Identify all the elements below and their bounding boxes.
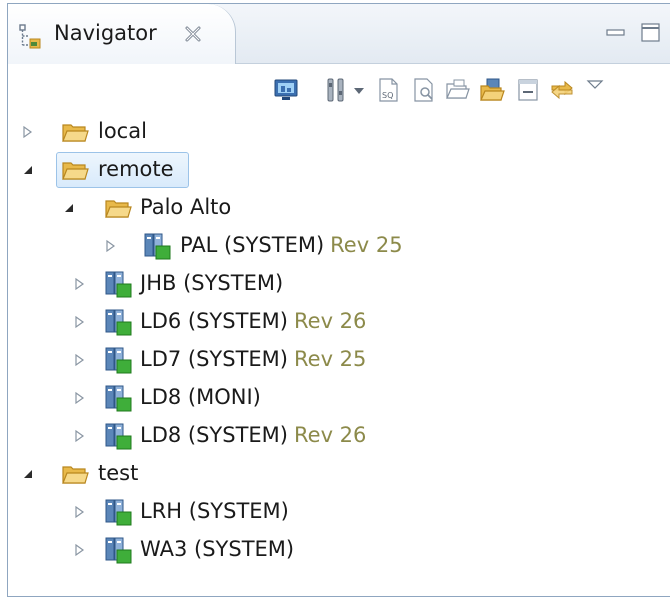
folder-open-icon bbox=[62, 466, 89, 484]
tree-node-label: WA3 (SYSTEM) bbox=[140, 537, 295, 561]
expand-arrow-icon[interactable] bbox=[73, 315, 87, 329]
tree-node-label: JHB (SYSTEM) bbox=[140, 271, 284, 295]
tree-node-jhb-system[interactable]: JHB (SYSTEM) bbox=[8, 266, 670, 302]
tree-node-remote[interactable]: remote bbox=[8, 152, 670, 188]
expand-arrow-icon[interactable] bbox=[73, 391, 87, 405]
tree-node-ld8-system[interactable]: LD8 (SYSTEM) Rev 26 bbox=[8, 418, 670, 454]
tree-node-pal-system[interactable]: PAL (SYSTEM) Rev 25 bbox=[8, 228, 670, 264]
tree-node-label: local bbox=[98, 119, 147, 143]
tree-node-ld6-system[interactable]: LD6 (SYSTEM) Rev 26 bbox=[8, 304, 670, 340]
expand-arrow-icon[interactable] bbox=[73, 543, 87, 557]
dropdown-arrow-icon[interactable] bbox=[352, 77, 366, 103]
tree-node-ld8-moni[interactable]: LD8 (MONI) bbox=[8, 380, 670, 416]
monitor-icon[interactable] bbox=[272, 77, 300, 103]
system-server-icon bbox=[105, 271, 132, 298]
tree-node-test[interactable]: test bbox=[8, 456, 670, 492]
expand-arrow-icon[interactable] bbox=[73, 353, 87, 367]
tree-node-palo-alto[interactable]: Palo Alto bbox=[8, 190, 670, 226]
collapse-all-icon[interactable] bbox=[514, 77, 542, 103]
tree-node-lrh-system[interactable]: LRH (SYSTEM) bbox=[8, 494, 670, 530]
navigator-icon bbox=[19, 24, 41, 49]
expand-arrow-icon[interactable] bbox=[104, 239, 118, 253]
navigator-tab[interactable]: Navigator bbox=[8, 4, 236, 64]
tree-node-label: remote bbox=[98, 157, 174, 181]
folder-icon bbox=[62, 124, 89, 142]
tree-node-label: LD7 (SYSTEM) Rev 25 bbox=[140, 347, 367, 371]
expand-arrow-icon[interactable] bbox=[73, 277, 87, 291]
document-search-icon[interactable] bbox=[410, 77, 438, 103]
navigator-view: Navigator SQ local remote Palo Alto PAL … bbox=[7, 3, 670, 597]
export-folder-icon[interactable] bbox=[478, 77, 506, 103]
tree-node-label: Palo Alto bbox=[140, 195, 232, 219]
sql-file-icon[interactable]: SQ bbox=[374, 77, 402, 103]
expand-arrow-icon[interactable] bbox=[21, 125, 35, 139]
tree-node-label: LD8 (MONI) bbox=[140, 385, 261, 409]
collapse-arrow-icon[interactable] bbox=[62, 201, 76, 215]
tree-node-label: LD6 (SYSTEM) Rev 26 bbox=[140, 309, 367, 333]
expand-arrow-icon[interactable] bbox=[73, 429, 87, 443]
system-server-icon bbox=[105, 499, 132, 526]
tab-title: Navigator bbox=[54, 21, 157, 45]
view-tab-bar: Navigator bbox=[8, 4, 670, 64]
system-server-icon bbox=[105, 385, 132, 412]
link-with-editor-icon[interactable] bbox=[548, 77, 576, 103]
tree-node-label: LRH (SYSTEM) bbox=[140, 499, 289, 523]
tree-node-label: LD8 (SYSTEM) Rev 26 bbox=[140, 423, 367, 447]
system-server-icon bbox=[105, 537, 132, 564]
svg-text:SQ: SQ bbox=[382, 91, 393, 100]
folder-open-icon bbox=[62, 162, 89, 180]
close-icon[interactable] bbox=[182, 23, 204, 45]
tree-node-label: test bbox=[98, 461, 139, 485]
view-toolbar: SQ bbox=[8, 64, 670, 114]
system-server-icon bbox=[105, 347, 132, 374]
collapse-arrow-icon[interactable] bbox=[21, 163, 35, 177]
open-folder-icon[interactable] bbox=[444, 77, 472, 103]
folder-open-icon bbox=[105, 200, 132, 218]
tree-node-label: PAL (SYSTEM) Rev 25 bbox=[180, 233, 403, 257]
system-server-icon bbox=[144, 233, 171, 260]
system-server-icon bbox=[105, 423, 132, 450]
view-menu-icon[interactable] bbox=[584, 77, 606, 103]
navigator-tree[interactable]: local remote Palo Alto PAL (SYSTEM) Rev … bbox=[8, 114, 670, 596]
tree-node-wa3-system[interactable]: WA3 (SYSTEM) bbox=[8, 532, 670, 568]
collapse-arrow-icon[interactable] bbox=[21, 467, 35, 481]
tree-node-ld7-system[interactable]: LD7 (SYSTEM) Rev 25 bbox=[8, 342, 670, 378]
expand-arrow-icon[interactable] bbox=[73, 505, 87, 519]
maximize-icon[interactable] bbox=[639, 22, 663, 44]
minimize-icon[interactable] bbox=[604, 22, 628, 44]
tree-node-local[interactable]: local bbox=[8, 114, 670, 150]
system-server-icon bbox=[105, 309, 132, 336]
tools-icon[interactable] bbox=[322, 77, 350, 103]
